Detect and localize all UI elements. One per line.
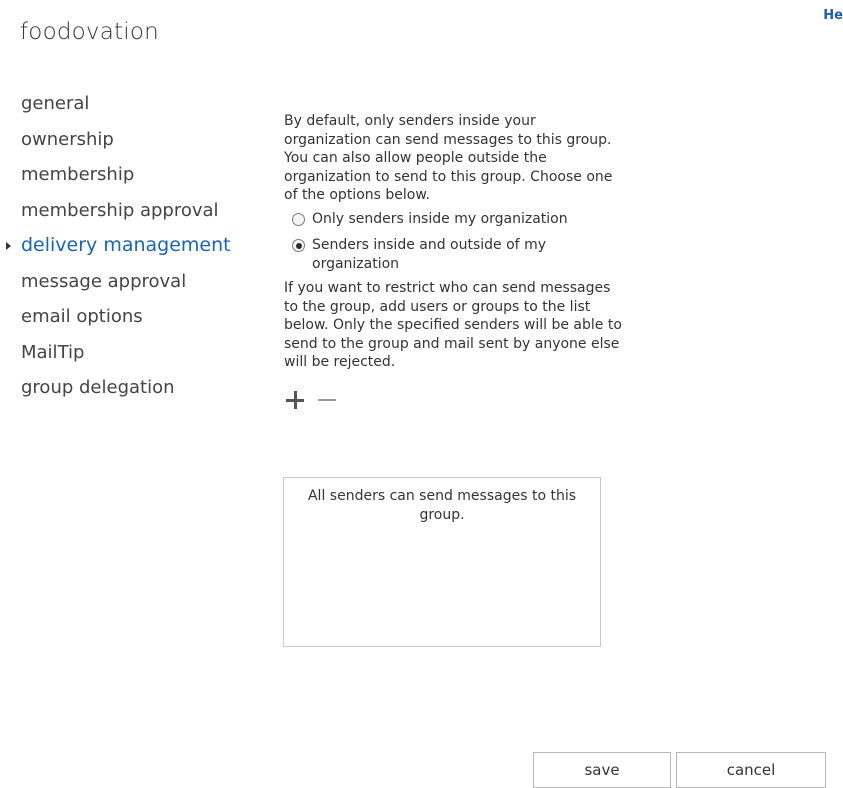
nav-item-label: message approval (21, 270, 187, 292)
radio-button[interactable] (292, 212, 305, 226)
option-label: Senders inside and outside of my organiz… (312, 237, 546, 272)
plus-icon[interactable] (286, 390, 304, 409)
nav-item-membership[interactable]: membership (0, 157, 250, 193)
nav-item-label: delivery management (21, 234, 231, 256)
nav-item-group-delegation[interactable]: group delegation (0, 370, 250, 406)
nav-item-label: ownership (21, 128, 114, 150)
nav-item-label: membership approval (21, 199, 219, 221)
nav-item-delivery-management[interactable]: delivery management (0, 228, 250, 264)
nav-item-mailtip[interactable]: MailTip (0, 335, 250, 371)
nav-item-ownership[interactable]: ownership (0, 122, 250, 158)
nav-item-email-options[interactable]: email options (0, 299, 250, 335)
nav-item-label: group delegation (21, 377, 175, 398)
radio-button-selected[interactable] (292, 239, 305, 252)
help-link[interactable]: He (823, 8, 843, 23)
page-title: foodovation (20, 19, 159, 45)
restrict-text: If you want to restrict who can send mes… (284, 280, 622, 370)
minus-icon[interactable] (318, 391, 336, 409)
nav-item-label: email options (21, 306, 143, 327)
selected-arrow-icon (6, 242, 11, 250)
option-label: Only senders inside my organization (312, 210, 568, 227)
nav-item-label: membership (21, 164, 135, 185)
nav-item-membership-approval[interactable]: membership approval (0, 193, 250, 229)
delivery-management-panel: By default, only senders inside your org… (284, 112, 624, 410)
save-button[interactable]: save (533, 752, 671, 788)
section-nav: general ownership membership membership … (0, 86, 250, 406)
nav-item-general[interactable]: general (0, 86, 250, 122)
cancel-button[interactable]: cancel (676, 752, 826, 788)
option-inside-and-outside[interactable]: Senders inside and outside of my organiz… (292, 236, 624, 273)
allowed-senders-list[interactable]: All senders can send messages to this gr… (283, 477, 601, 647)
nav-item-label: general (21, 93, 90, 114)
nav-item-message-approval[interactable]: message approval (0, 264, 250, 300)
empty-list-message: All senders can send messages to this gr… (307, 488, 577, 523)
nav-item-label: MailTip (21, 341, 85, 363)
option-inside-only[interactable]: Only senders inside my organization (292, 210, 624, 229)
intro-text: By default, only senders inside your org… (284, 113, 613, 203)
sender-list-toolbar (286, 390, 624, 410)
